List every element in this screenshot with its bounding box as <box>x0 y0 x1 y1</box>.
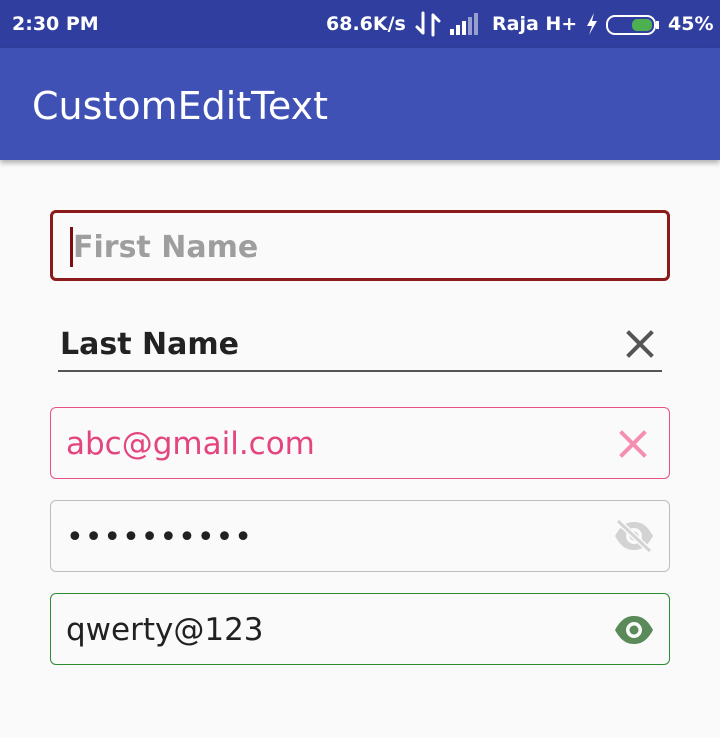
battery-percent: 45% <box>668 13 714 35</box>
password-hidden-field[interactable] <box>50 500 670 572</box>
first-name-field[interactable] <box>50 210 670 281</box>
last-name-input[interactable] <box>60 324 580 364</box>
close-icon[interactable] <box>617 428 649 460</box>
eye-icon[interactable] <box>613 612 655 648</box>
password-visible-field[interactable] <box>50 593 670 665</box>
battery-icon <box>606 15 659 35</box>
password-hidden-input[interactable] <box>66 516 586 558</box>
password-visible-input[interactable] <box>66 609 586 651</box>
status-time: 2:30 PM <box>12 13 99 35</box>
status-bar: 2:30 PM 68.6K/s Raja H+ 45% <box>0 0 720 48</box>
text-cursor <box>70 227 73 267</box>
app-bar: CustomEditText <box>0 48 720 160</box>
first-name-input[interactable] <box>73 226 633 268</box>
signal-icon <box>450 13 478 35</box>
app-title: CustomEditText <box>32 84 329 128</box>
charging-bolt-icon <box>587 13 597 35</box>
network-speed: 68.6K/s <box>326 13 406 35</box>
data-transfer-icon <box>415 11 441 37</box>
email-field[interactable] <box>50 407 670 479</box>
email-input[interactable] <box>66 423 586 465</box>
last-name-field[interactable] <box>58 318 662 372</box>
eye-off-icon[interactable] <box>613 517 655 555</box>
carrier-name: Raja H+ <box>492 13 578 35</box>
close-icon[interactable] <box>624 328 656 360</box>
